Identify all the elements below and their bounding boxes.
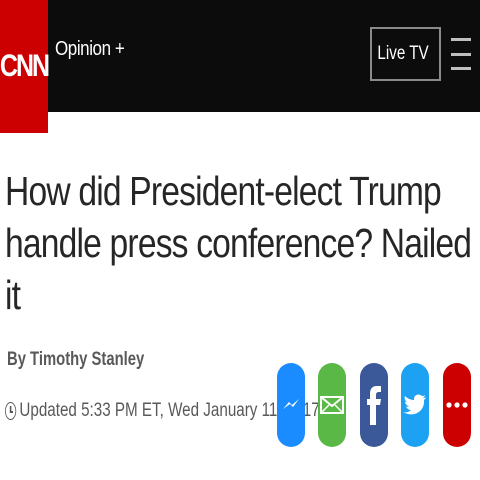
- article-timestamp: Updated 5:33 PM ET, Wed January 11, 2017: [5, 400, 320, 422]
- section-opinion-link[interactable]: Opinion +: [55, 38, 125, 61]
- live-tv-label: Live TV: [377, 43, 429, 64]
- article-headline: How did President-elect Trump handle pre…: [5, 168, 472, 318]
- timestamp-text: Updated 5:33 PM ET, Wed January 11, 2017: [19, 400, 320, 421]
- more-icon: [446, 402, 468, 408]
- hamburger-menu-icon[interactable]: [451, 38, 471, 70]
- cnn-logo[interactable]: CNN: [0, 0, 50, 133]
- article-byline[interactable]: By Timothy Stanley: [7, 349, 144, 371]
- clock-icon: [5, 402, 17, 420]
- live-tv-button[interactable]: Live TV: [370, 27, 441, 81]
- cnn-logo-text: CNN: [0, 48, 50, 84]
- share-facebook-button[interactable]: [360, 363, 388, 447]
- messenger-icon: [283, 399, 299, 409]
- top-navigation-bar: CNN Opinion + Live TV: [0, 0, 480, 133]
- facebook-icon: [367, 386, 381, 425]
- share-more-button[interactable]: [443, 363, 471, 447]
- share-twitter-button[interactable]: [401, 363, 429, 447]
- twitter-icon: [403, 394, 426, 415]
- share-email-button[interactable]: [318, 363, 346, 447]
- share-messenger-button[interactable]: [277, 363, 305, 447]
- email-icon: [320, 396, 344, 414]
